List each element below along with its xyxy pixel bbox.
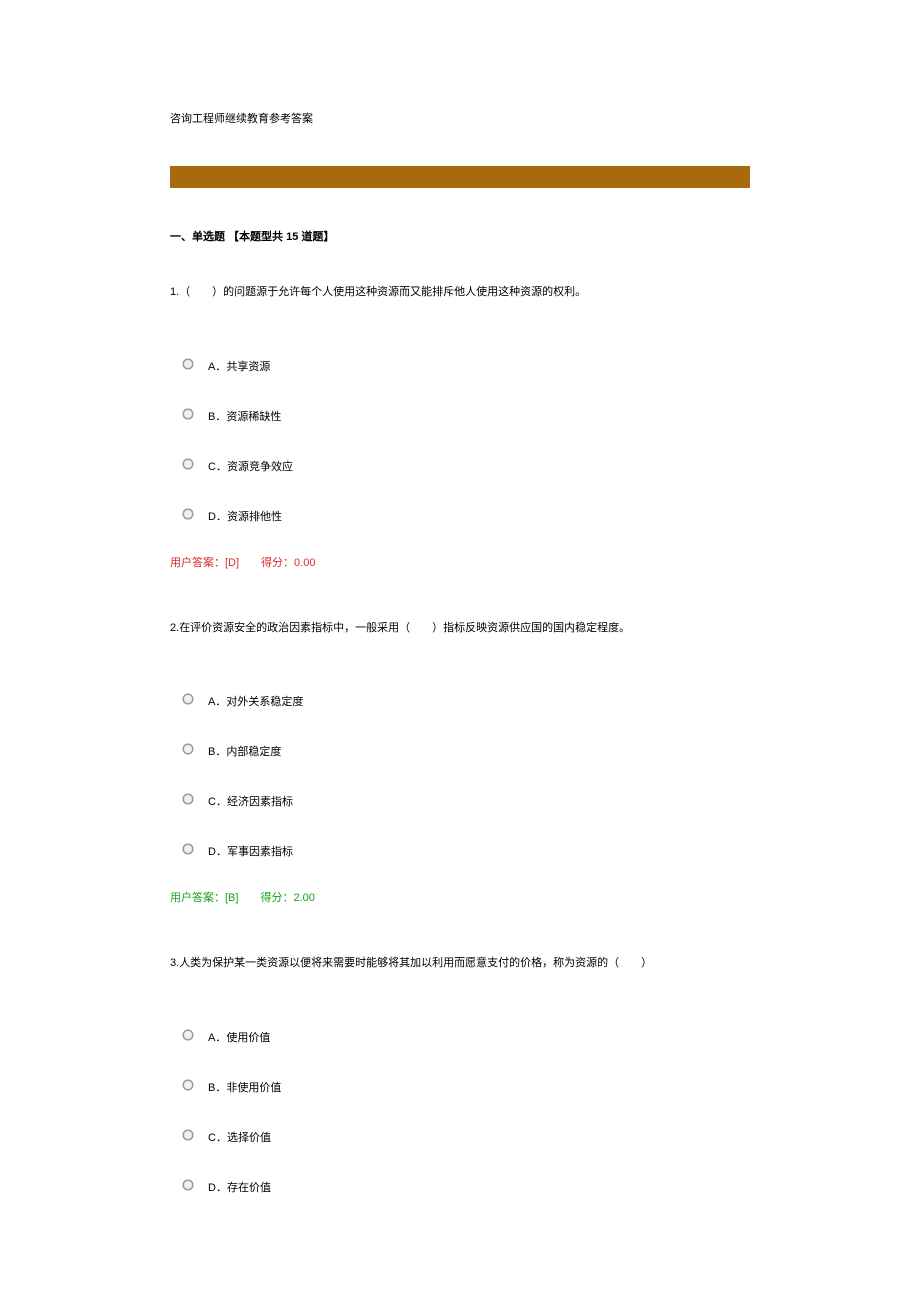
question-block: 2.在评价资源安全的政治因素指标中，一般采用（ ）指标反映资源供应国的国内稳定程…	[170, 620, 750, 906]
option-label: B．资源稀缺性	[208, 408, 281, 424]
option-label: A．使用价值	[208, 1029, 270, 1045]
radio-icon[interactable]	[182, 458, 194, 470]
option-label: B．内部稳定度	[208, 743, 281, 759]
radio-icon[interactable]	[182, 843, 194, 855]
option-label: C．选择价值	[208, 1129, 271, 1145]
option-label: C．资源竞争效应	[208, 458, 293, 474]
option-row: D．军事因素指标	[170, 827, 750, 859]
document-title: 咨询工程师继续教育参考答案	[170, 110, 750, 126]
option-row: D．资源排他性	[170, 492, 750, 524]
separator-bar	[170, 166, 750, 188]
option-label: B．非使用价值	[208, 1079, 281, 1095]
radio-icon[interactable]	[182, 793, 194, 805]
user-answer: 用户答案：[D] 得分：0.00	[170, 554, 750, 570]
radio-icon[interactable]	[182, 408, 194, 420]
radio-icon[interactable]	[182, 693, 194, 705]
option-label: A．对外关系稳定度	[208, 693, 303, 709]
option-label: D．军事因素指标	[208, 843, 293, 859]
question-block: 3.人类为保护某一类资源以便将来需要时能够将其加以利用而愿意支付的价格，称为资源…	[170, 955, 750, 1195]
question-text: 1.（ ）的问题源于允许每个人使用这种资源而又能排斥他人使用这种资源的权利。	[170, 284, 750, 302]
option-label: A．共享资源	[208, 358, 270, 374]
option-row: A．对外关系稳定度	[170, 677, 750, 709]
option-label: D．资源排他性	[208, 508, 282, 524]
section-header: 一、单选题 【本题型共 15 道题】	[170, 228, 750, 244]
radio-icon[interactable]	[182, 743, 194, 755]
user-answer: 用户答案：[B] 得分：2.00	[170, 889, 750, 905]
radio-icon[interactable]	[182, 1129, 194, 1141]
question-text: 3.人类为保护某一类资源以便将来需要时能够将其加以利用而愿意支付的价格，称为资源…	[170, 955, 750, 973]
option-label: D．存在价值	[208, 1179, 271, 1195]
radio-icon[interactable]	[182, 358, 194, 370]
option-row: C．资源竞争效应	[170, 442, 750, 474]
option-row: B．内部稳定度	[170, 727, 750, 759]
option-row: B．资源稀缺性	[170, 392, 750, 424]
radio-icon[interactable]	[182, 508, 194, 520]
radio-icon[interactable]	[182, 1029, 194, 1041]
option-row: C．选择价值	[170, 1113, 750, 1145]
radio-icon[interactable]	[182, 1179, 194, 1191]
option-row: D．存在价值	[170, 1163, 750, 1195]
option-row: A．使用价值	[170, 1013, 750, 1045]
option-row: B．非使用价值	[170, 1063, 750, 1095]
option-row: C．经济因素指标	[170, 777, 750, 809]
radio-icon[interactable]	[182, 1079, 194, 1091]
question-block: 1.（ ）的问题源于允许每个人使用这种资源而又能排斥他人使用这种资源的权利。 A…	[170, 284, 750, 570]
question-text: 2.在评价资源安全的政治因素指标中，一般采用（ ）指标反映资源供应国的国内稳定程…	[170, 620, 750, 638]
option-label: C．经济因素指标	[208, 793, 293, 809]
option-row: A．共享资源	[170, 342, 750, 374]
